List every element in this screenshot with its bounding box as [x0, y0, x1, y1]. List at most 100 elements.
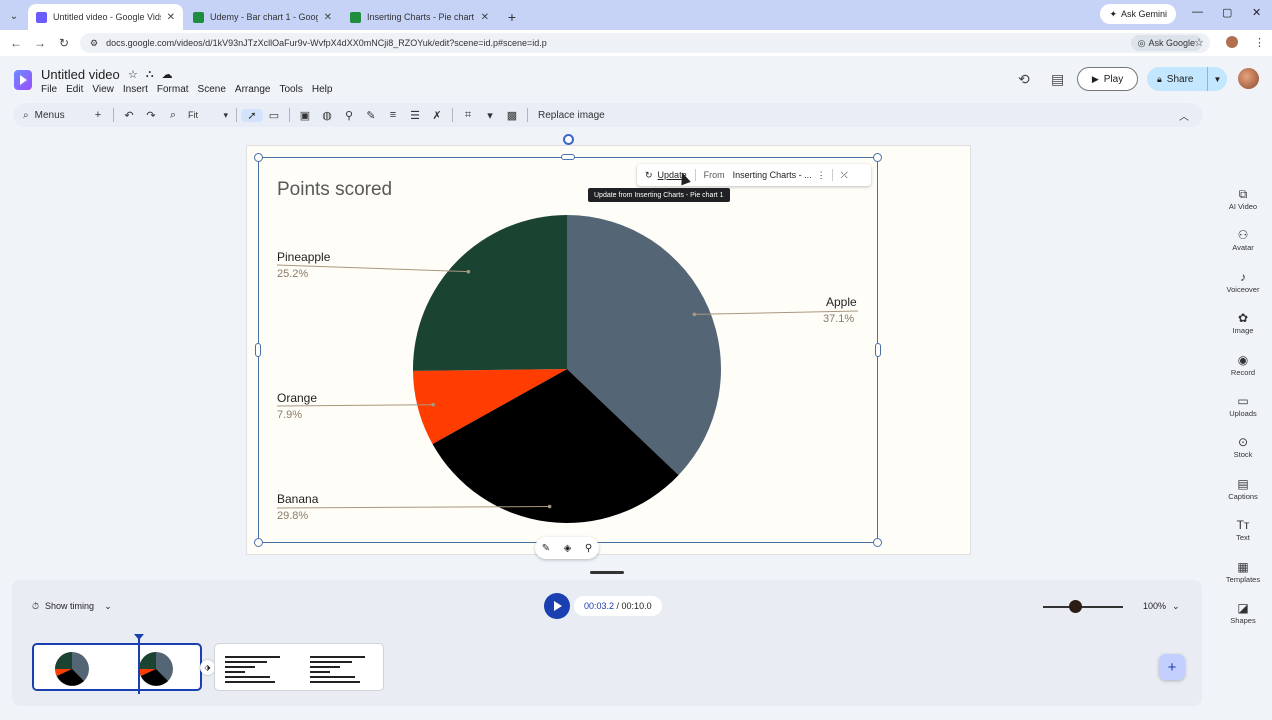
tab-search-icon[interactable]: ⌄	[0, 2, 28, 30]
browser-tab-2[interactable]: Udemy - Bar chart 1 - Google S ✕	[185, 4, 340, 30]
scene-thumbnail-1[interactable]	[32, 643, 202, 691]
sidebar-item-templates[interactable]: ▦ Templates	[1215, 559, 1271, 600]
close-window-icon[interactable]: ✕	[1252, 6, 1261, 19]
canvas-resize-bar[interactable]	[590, 571, 624, 574]
version-history-icon[interactable]: ⟲	[1018, 71, 1030, 88]
unlink-icon[interactable]: ⤫	[833, 170, 856, 181]
timeline-zoom-slider[interactable]	[1043, 606, 1123, 608]
close-tab-icon[interactable]: ✕	[324, 12, 332, 23]
browser-tab-3[interactable]: Inserting Charts - Pie chart 1 - G ✕	[342, 4, 497, 30]
browser-tab-1[interactable]: Untitled video - Google Vids ✕	[28, 4, 183, 30]
sidebar-item-ai-video[interactable]: ⧉ AI Video	[1215, 186, 1271, 227]
more-options-icon[interactable]: ⋮	[811, 170, 832, 181]
back-icon[interactable]: ←	[4, 36, 28, 50]
menu-file[interactable]: File	[41, 84, 57, 95]
url-field[interactable]: ⚙ docs.google.com/videos/d/1kV93nJTzXcll…	[80, 33, 1210, 53]
resize-handle-top-right[interactable]	[873, 153, 882, 162]
image-options-icon[interactable]: ▩	[501, 109, 523, 122]
zoom-icon[interactable]: ⌕	[162, 109, 184, 122]
share-dropdown-icon[interactable]: ▼	[1207, 67, 1227, 91]
minimize-icon[interactable]: —	[1192, 6, 1203, 18]
show-timing-button[interactable]: ⏱ Show timing ⌄	[32, 596, 112, 616]
sidebar-item-record[interactable]: ◉ Record	[1215, 352, 1271, 393]
sidebar-item-text[interactable]: Tт Text	[1215, 517, 1271, 558]
paint-format-icon[interactable]: ⚲	[585, 543, 592, 554]
sidebar-item-avatar[interactable]: ⚇ Avatar	[1215, 227, 1271, 268]
profile-icon[interactable]	[1226, 36, 1238, 48]
menu-help[interactable]: Help	[312, 84, 333, 95]
sidebar-item-voiceover[interactable]: ♪ Voiceover	[1215, 269, 1271, 310]
sidebar-item-shapes[interactable]: ◪ Shapes	[1215, 600, 1271, 641]
source-link[interactable]: Inserting Charts - ...	[725, 170, 811, 180]
resize-handle-top-left[interactable]	[254, 153, 263, 162]
menu-tools[interactable]: Tools	[279, 84, 302, 95]
edit-pen-icon[interactable]: ✎	[542, 543, 550, 554]
ask-gemini-button[interactable]: ✦ Ask Gemini	[1100, 4, 1176, 24]
replace-image-button[interactable]: Replace image	[538, 110, 605, 121]
forward-icon[interactable]: →	[28, 36, 52, 50]
maximize-icon[interactable]: ▢	[1222, 6, 1232, 19]
account-avatar[interactable]	[1238, 68, 1259, 89]
pen-icon[interactable]: ✎	[360, 109, 382, 122]
zoom-select[interactable]: Fit ▾	[184, 110, 232, 121]
sidebar-item-image[interactable]: ✿ Image	[1215, 310, 1271, 351]
shape-icon[interactable]: ◍	[316, 109, 338, 122]
transition-icon[interactable]: ⬗	[200, 660, 215, 675]
resize-handle-left[interactable]	[255, 343, 261, 357]
vids-logo-icon[interactable]	[14, 70, 32, 90]
close-tab-icon[interactable]: ✕	[167, 12, 175, 23]
sidebar-item-captions[interactable]: ▤ Captions	[1215, 476, 1271, 517]
animation-icon[interactable]: ◈	[564, 543, 572, 554]
scene-thumbnail-2[interactable]	[214, 643, 384, 691]
resize-handle-top[interactable]	[561, 154, 575, 160]
resize-handle-right[interactable]	[875, 343, 881, 357]
close-tab-icon[interactable]: ✕	[481, 12, 489, 23]
timeline-play-button[interactable]	[544, 593, 570, 619]
share-button[interactable]: 🔒︎ Share ▼	[1147, 67, 1227, 91]
resize-handle-bottom-right[interactable]	[873, 538, 882, 547]
bookmark-star-icon[interactable]: ☆	[1194, 36, 1204, 49]
collapse-toolbar-icon[interactable]: ︿	[1179, 108, 1189, 123]
browser-menu-icon[interactable]: ⋮	[1254, 36, 1265, 49]
menus-label: Menus	[34, 109, 65, 121]
image-icon[interactable]: ▣	[294, 109, 316, 122]
redo-icon[interactable]: ↷	[140, 109, 162, 122]
cloud-status-icon[interactable]: ☁	[162, 68, 173, 81]
menu-view[interactable]: View	[92, 84, 114, 95]
zoom-percent-select[interactable]: 100% ⌄	[1143, 601, 1180, 612]
ask-google-button[interactable]: ◎ Ask Google	[1130, 35, 1202, 51]
menu-scene[interactable]: Scene	[198, 84, 226, 95]
reload-icon[interactable]: ↻	[52, 36, 76, 50]
document-title[interactable]: Untitled video	[41, 67, 120, 82]
resize-handle-bottom-left[interactable]	[254, 538, 263, 547]
new-tab-button[interactable]: +	[499, 4, 525, 30]
crop-icon[interactable]: ⌗	[457, 109, 479, 122]
menu-arrange[interactable]: Arrange	[235, 84, 271, 95]
rotate-handle[interactable]	[563, 134, 574, 145]
playhead[interactable]	[134, 634, 144, 694]
border-dash-icon[interactable]: ☰	[404, 109, 426, 122]
mask-image-icon[interactable]: ▾	[479, 109, 501, 122]
star-icon[interactable]: ☆	[128, 68, 138, 81]
reset-image-icon[interactable]: ✗	[426, 109, 448, 122]
move-icon[interactable]: ⛬	[146, 68, 154, 81]
sidebar-item-uploads[interactable]: ▭ Uploads	[1215, 393, 1271, 434]
chart-selection-box[interactable]	[258, 157, 878, 543]
site-info-icon[interactable]: ⚙	[90, 38, 98, 49]
menu-format[interactable]: Format	[157, 84, 189, 95]
select-cursor-icon[interactable]: ➚	[241, 108, 263, 122]
add-scene-button[interactable]: +	[1159, 654, 1185, 680]
text-box-icon[interactable]: ▭	[263, 109, 285, 122]
search-menus[interactable]: ⌕ Menus	[23, 110, 87, 121]
add-icon[interactable]: +	[87, 109, 109, 121]
chevron-down-icon: ▾	[223, 109, 228, 120]
border-weight-icon[interactable]: ≡	[382, 109, 404, 121]
play-button[interactable]: ▶ Play	[1077, 67, 1138, 91]
menu-insert[interactable]: Insert	[123, 84, 148, 95]
undo-icon[interactable]: ↶	[118, 109, 140, 122]
sidebar-item-stock[interactable]: ⊙ Stock	[1215, 434, 1271, 475]
comments-icon[interactable]: ▤	[1051, 71, 1064, 88]
menu-edit[interactable]: Edit	[66, 84, 83, 95]
timeline-zoom-knob[interactable]	[1069, 600, 1082, 613]
paint-format-icon[interactable]: ⚲	[338, 109, 360, 122]
